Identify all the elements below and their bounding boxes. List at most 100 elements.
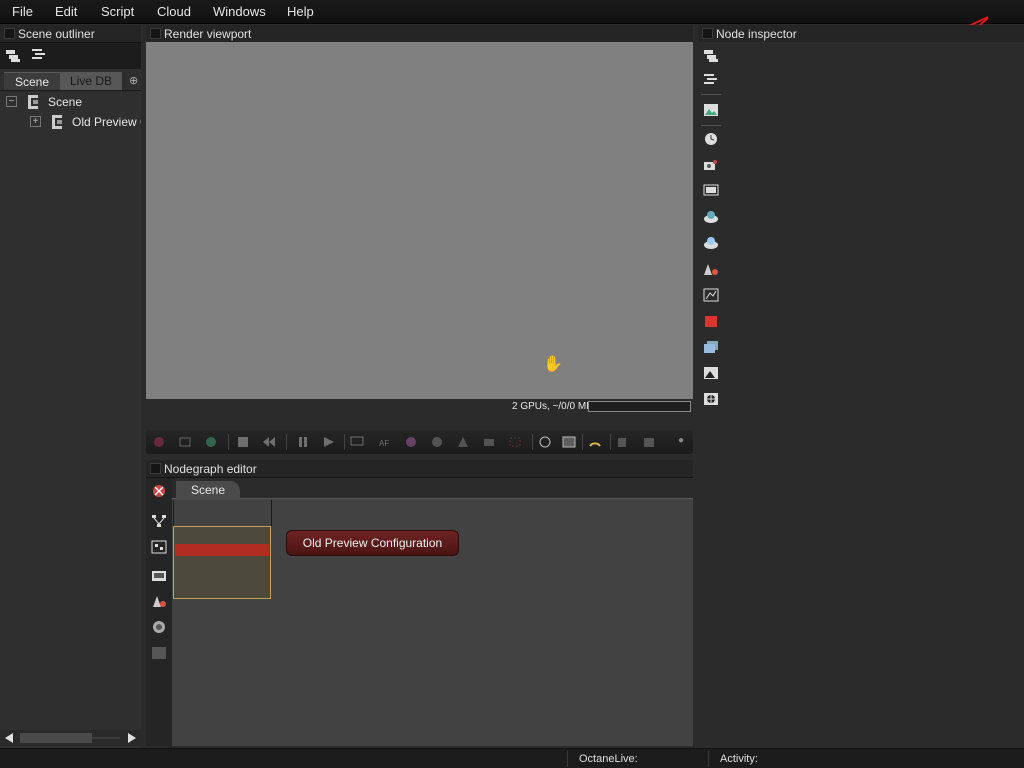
nodegraph-editor-title: Nodegraph editor bbox=[164, 462, 257, 476]
tab-scene-graph[interactable]: Scene bbox=[176, 481, 240, 500]
status-separator bbox=[567, 751, 568, 767]
menu-script[interactable]: Script bbox=[101, 4, 134, 19]
material-picker-icon[interactable] bbox=[430, 436, 444, 448]
render-viewport-title: Render viewport bbox=[164, 27, 252, 41]
expand-all-icon[interactable] bbox=[5, 49, 21, 63]
render-priority-gauge-icon[interactable] bbox=[588, 436, 602, 448]
imager-icon[interactable] bbox=[703, 366, 719, 380]
pause-icon[interactable] bbox=[296, 436, 310, 448]
nodegraph-tabbar bbox=[172, 479, 693, 499]
scene-node-icon bbox=[28, 95, 38, 109]
preview-thumbnail-band bbox=[175, 544, 269, 556]
toolbar-separator bbox=[582, 434, 583, 450]
mesh-object-icon[interactable] bbox=[703, 262, 719, 276]
panel-lock-checkbox[interactable] bbox=[702, 28, 713, 39]
render-passes-icon[interactable] bbox=[703, 340, 719, 354]
visible-environment-icon[interactable] bbox=[703, 236, 719, 250]
delete-unconnected-icon[interactable] bbox=[151, 484, 167, 498]
add-render-target-icon[interactable] bbox=[151, 568, 167, 582]
panel-lock-checkbox[interactable] bbox=[4, 28, 15, 39]
white-balance-icon[interactable] bbox=[404, 436, 418, 448]
scrollbar-thumb[interactable] bbox=[20, 733, 92, 743]
environment-icon[interactable] bbox=[703, 210, 719, 224]
node-inspector-header: Node inspector bbox=[698, 25, 1024, 43]
tab-scene[interactable]: Scene bbox=[4, 72, 60, 90]
restart-render-icon[interactable] bbox=[152, 436, 166, 448]
play-icon[interactable] bbox=[322, 436, 336, 448]
nodegraph-toolbar bbox=[146, 478, 172, 746]
toolbar-separator bbox=[610, 434, 611, 450]
gpu-status-text: 2 GPUs, ~/0/0 MB bbox=[512, 401, 593, 412]
rewind-icon[interactable] bbox=[262, 436, 276, 448]
toolbar-menu-icon[interactable]: ● bbox=[678, 435, 684, 446]
outliner-horizontal-scrollbar[interactable] bbox=[0, 730, 141, 746]
octanelive-status: OctaneLive: bbox=[579, 753, 638, 765]
color-picker-icon[interactable] bbox=[204, 436, 218, 448]
gpu-memory-bar bbox=[588, 401, 691, 412]
add-tab-icon[interactable]: ⊕ bbox=[129, 74, 138, 87]
scene-outliner-title: Scene outliner bbox=[18, 27, 95, 41]
collapse-icon[interactable]: − bbox=[6, 96, 17, 107]
copy-to-clipboard-icon[interactable] bbox=[616, 436, 630, 448]
post-processing-icon[interactable] bbox=[703, 392, 719, 406]
grid-layout-icon[interactable] bbox=[151, 540, 167, 554]
outliner-tabs: Scene Live DB ⊕ bbox=[0, 70, 141, 90]
add-material-icon[interactable] bbox=[151, 620, 167, 634]
autofocus-icon[interactable]: AF bbox=[378, 436, 392, 448]
scroll-right-icon[interactable] bbox=[127, 732, 137, 744]
film-settings-icon[interactable] bbox=[703, 184, 719, 198]
camera-picker-icon[interactable] bbox=[482, 436, 496, 448]
render-viewport-header: Render viewport bbox=[146, 25, 693, 43]
nodegraph-editor-header: Nodegraph editor bbox=[146, 460, 693, 478]
menu-edit[interactable]: Edit bbox=[55, 4, 77, 19]
panel-lock-checkbox[interactable] bbox=[150, 28, 161, 39]
status-bar: OctaneLive: Activity: bbox=[0, 748, 1024, 768]
svg-text:AF: AF bbox=[379, 439, 389, 448]
stop-icon[interactable] bbox=[236, 436, 250, 448]
toolbar-separator bbox=[344, 434, 345, 450]
render-viewport-canvas[interactable]: ✋ bbox=[146, 42, 693, 399]
region-render-icon[interactable] bbox=[508, 436, 522, 448]
add-mesh-icon[interactable] bbox=[151, 594, 167, 608]
divider bbox=[701, 94, 721, 95]
tab-live-db[interactable]: Live DB bbox=[60, 72, 122, 90]
arrange-nodes-icon[interactable] bbox=[151, 514, 167, 528]
menu-file[interactable]: File bbox=[12, 4, 33, 19]
lock-viewport-icon[interactable] bbox=[538, 436, 552, 448]
animation-clock-icon[interactable] bbox=[703, 132, 719, 146]
scroll-left-icon[interactable] bbox=[4, 732, 14, 744]
menu-windows[interactable]: Windows bbox=[213, 4, 266, 19]
node-inspector-quick-access bbox=[698, 42, 724, 748]
divider bbox=[701, 125, 721, 126]
toolbar-separator bbox=[532, 434, 533, 450]
scene-tree: − Scene + Old Preview C bbox=[0, 90, 141, 730]
display-settings-icon[interactable] bbox=[350, 436, 364, 448]
old-preview-configuration-node[interactable]: Old Preview Configuration bbox=[286, 530, 459, 556]
status-separator bbox=[708, 751, 709, 767]
toolbar-separator bbox=[228, 434, 229, 450]
viewport-resolution-icon[interactable] bbox=[562, 436, 576, 448]
node-inspector-title: Node inspector bbox=[716, 27, 797, 41]
graph-preview-thumbnail[interactable] bbox=[173, 526, 271, 599]
panel-lock-checkbox[interactable] bbox=[150, 463, 161, 474]
menu-cloud[interactable]: Cloud bbox=[157, 4, 191, 19]
collapse-all-icon[interactable] bbox=[703, 72, 719, 86]
focus-picker-icon[interactable] bbox=[178, 436, 192, 448]
scene-node-icon bbox=[52, 115, 62, 129]
preview-frame bbox=[173, 500, 272, 526]
image-settings-icon[interactable] bbox=[703, 103, 719, 117]
camera-icon[interactable] bbox=[703, 158, 719, 172]
expand-icon[interactable]: + bbox=[30, 116, 41, 127]
render-layer-icon[interactable] bbox=[703, 314, 719, 328]
collapse-all-icon[interactable] bbox=[31, 47, 47, 61]
expand-all-icon[interactable] bbox=[703, 49, 719, 63]
save-render-icon[interactable] bbox=[642, 436, 656, 448]
add-texture-icon[interactable] bbox=[151, 646, 167, 660]
object-picker-icon[interactable] bbox=[456, 436, 470, 448]
node-inspector-body bbox=[724, 42, 1024, 748]
tree-row-old-preview[interactable]: + Old Preview C bbox=[0, 113, 141, 131]
tree-row-scene[interactable]: − Scene bbox=[0, 93, 141, 111]
kernel-settings-icon[interactable] bbox=[703, 288, 719, 302]
menu-help[interactable]: Help bbox=[287, 4, 314, 19]
outliner-toolbar bbox=[0, 43, 141, 69]
